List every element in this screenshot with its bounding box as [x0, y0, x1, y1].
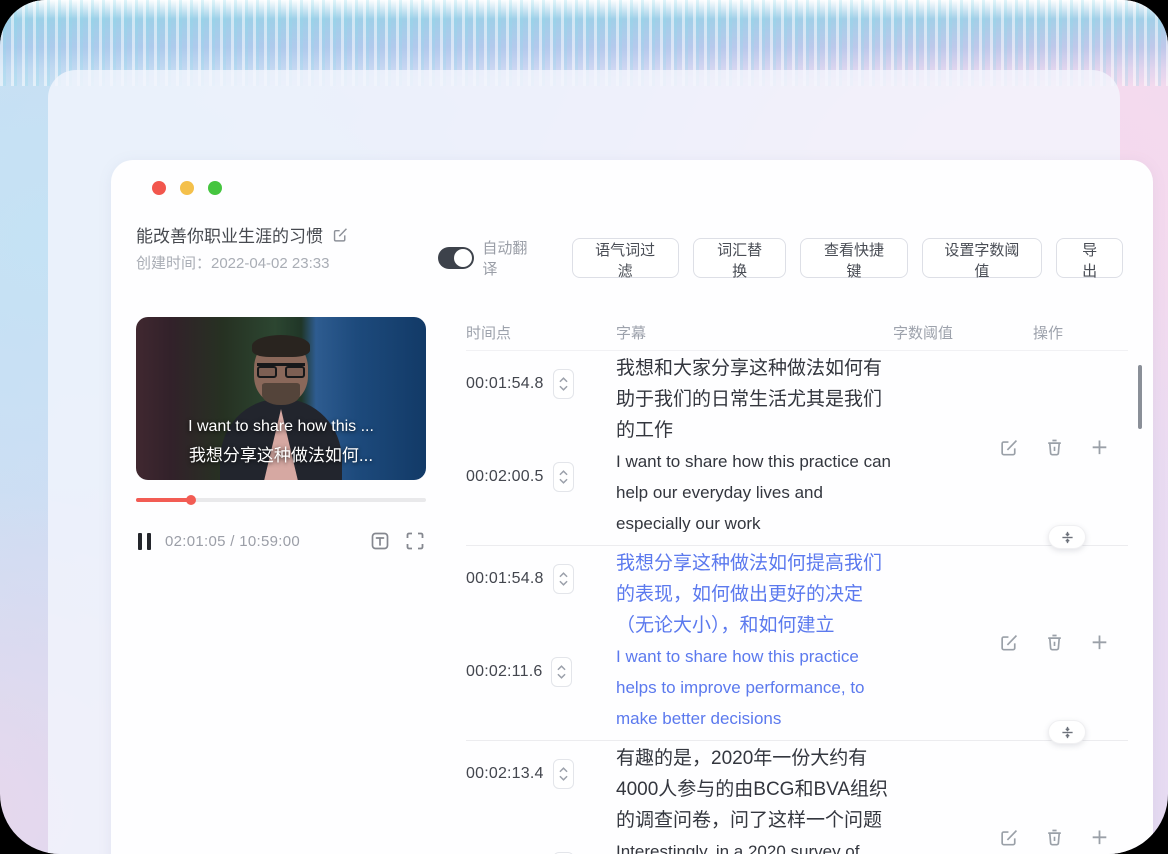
delete-icon[interactable]: [1044, 631, 1065, 652]
col-timepoint: 时间点: [466, 325, 512, 342]
timestamp: 00:01:54.8: [466, 375, 544, 392]
timestamp: 00:02:13.4: [466, 765, 544, 782]
video-subtitle-zh: 我想分享这种做法如何...: [188, 446, 374, 465]
add-icon[interactable]: [1089, 631, 1110, 652]
window-controls: [152, 181, 222, 195]
toolbar: 自动翻译 语气词过滤 词汇替换 查看快捷键 设置字数阈值 导出: [438, 237, 1123, 280]
minimize-window-button[interactable]: [180, 181, 194, 195]
edit-icon[interactable]: [999, 826, 1020, 847]
project-title: 能改善你职业生涯的习惯: [136, 227, 323, 246]
subtitle-text-zh[interactable]: 我想分享这种做法如何提高我们的表现，如何做出更好的决定（无论大小），和如何建立: [616, 548, 893, 634]
timestamp: 00:01:54.8: [466, 570, 544, 587]
auto-translate-label: 自动翻译: [482, 240, 528, 278]
shortcuts-button[interactable]: 查看快捷键: [800, 238, 908, 280]
row-actions: [999, 631, 1110, 652]
fullscreen-icon[interactable]: [404, 530, 426, 552]
add-icon[interactable]: [1089, 826, 1110, 847]
col-actions: 操作: [1033, 325, 1064, 342]
subtitle-text-en[interactable]: I want to share how this practice helps …: [616, 641, 893, 727]
window-frame: 能改善你职业生涯的习惯 创建时间：2022-04-02 23:33 自动翻译 语…: [48, 70, 1153, 854]
time-stepper[interactable]: [551, 657, 573, 687]
subtitle-text-en[interactable]: Interestingly, in a 2020 survey of some …: [616, 836, 893, 854]
subtitle-row: 00:01:54.8 我想分享这种做法如何提高我们的表现，如何做出更好的决定（无…: [466, 546, 1128, 639]
delete-icon[interactable]: [1044, 436, 1065, 457]
close-window-button[interactable]: [152, 181, 166, 195]
col-subtitle: 字幕: [616, 325, 647, 342]
filler-words-filter-button[interactable]: 语气词过滤: [571, 238, 679, 280]
char-threshold-button[interactable]: 设置字数阈值: [921, 238, 1043, 280]
timestamp: 00:02:00.5: [466, 468, 544, 485]
table-header: 时间点 字幕 字数阈值 操作: [466, 315, 1128, 351]
export-button[interactable]: 导出: [1056, 238, 1123, 280]
delete-icon[interactable]: [1044, 826, 1065, 847]
edit-icon[interactable]: [999, 631, 1020, 652]
speaker-head: [252, 335, 310, 405]
add-icon[interactable]: [1089, 436, 1110, 457]
subtitle-toggle-icon[interactable]: [369, 530, 391, 552]
subtitle-row: 00:02:00.5 I want to share how this prac…: [466, 444, 1128, 537]
time-stepper[interactable]: [552, 462, 574, 492]
subtitle-row: 00:02:11.6 I want to share how this prac…: [466, 639, 1128, 732]
zoom-window-button[interactable]: [208, 181, 222, 195]
subtitle-row: 00:01:54.8 我想和大家分享这种做法如何有助于我们的日常生活尤其是我们的…: [466, 351, 1128, 444]
subtitle-table: 时间点 字幕 字数阈值 操作 00:01:54.8 我想和大家分享这种做法如何有…: [466, 315, 1128, 854]
subtitle-text-en[interactable]: I want to share how this practice can he…: [616, 446, 893, 532]
video-subtitle-en: I want to share how this ...: [188, 418, 374, 435]
edit-icon[interactable]: [999, 436, 1020, 457]
auto-translate-toggle[interactable]: [438, 247, 475, 269]
subtitle-group: 00:01:54.8 我想分享这种做法如何提高我们的表现，如何做出更好的决定（无…: [466, 546, 1128, 744]
subtitle-group: 00:02:13.4 有趣的是，2020年一份大约有4000人参与的由BCG和B…: [466, 741, 1128, 854]
app-window: 能改善你职业生涯的习惯 创建时间：2022-04-02 23:33 自动翻译 语…: [111, 160, 1153, 854]
subtitle-text-zh[interactable]: 有趣的是，2020年一份大约有4000人参与的由BCG和BVA组织的调查问卷，问…: [616, 743, 893, 829]
player-controls: 02:01:05 / 10:59:00: [138, 528, 426, 554]
subtitle-text-zh[interactable]: 我想和大家分享这种做法如何有助于我们的日常生活尤其是我们的工作: [616, 353, 893, 439]
video-subtitles: I want to share how this ... 我想分享这种做法如何.…: [136, 412, 426, 470]
subtitle-row: 00:02:13.4 有趣的是，2020年一份大约有4000人参与的由BCG和B…: [466, 741, 1128, 834]
time-stepper[interactable]: [552, 759, 574, 789]
col-threshold: 字数阈值: [893, 325, 954, 342]
table-scrollbar[interactable]: [1138, 365, 1142, 429]
seek-bar[interactable]: [136, 495, 426, 505]
subtitle-group: 00:01:54.8 我想和大家分享这种做法如何有助于我们的日常生活尤其是我们的…: [466, 351, 1128, 549]
edit-title-icon[interactable]: [332, 226, 349, 243]
toggle-knob: [454, 249, 473, 267]
time-stepper[interactable]: [552, 564, 574, 594]
seek-bar-fill: [136, 498, 192, 502]
time-display: 02:01:05 / 10:59:00: [165, 532, 300, 550]
desktop-background: 能改善你职业生涯的习惯 创建时间：2022-04-02 23:33 自动翻译 语…: [0, 0, 1168, 854]
video-preview[interactable]: I want to share how this ... 我想分享这种做法如何.…: [136, 317, 426, 480]
seek-bar-handle[interactable]: [186, 495, 197, 505]
created-time: 创建时间：2022-04-02 23:33: [136, 255, 330, 272]
row-actions: [999, 436, 1110, 457]
word-replace-button[interactable]: 词汇替换: [692, 238, 787, 280]
time-stepper[interactable]: [552, 369, 574, 399]
timestamp: 00:02:11.6: [466, 663, 543, 680]
row-actions: [999, 826, 1110, 847]
pause-icon[interactable]: [138, 532, 151, 550]
